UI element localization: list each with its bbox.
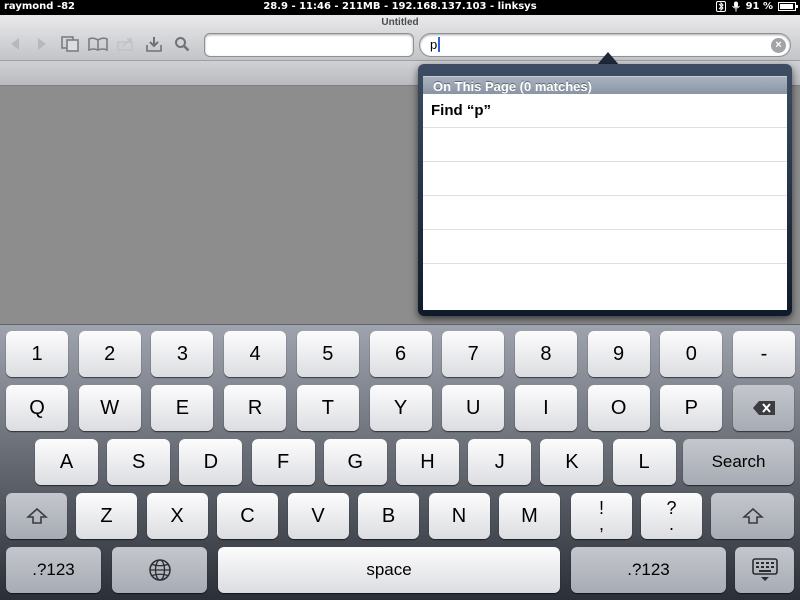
key-6[interactable]: 6 (369, 331, 432, 377)
key-C[interactable]: C (217, 493, 278, 539)
search-icon[interactable] (172, 35, 192, 53)
shift-icon (741, 507, 764, 524)
tabs-icon[interactable] (60, 35, 80, 53)
key-question-period[interactable]: ?. (641, 493, 702, 539)
key-0[interactable]: 0 (660, 331, 723, 377)
browser-toolbar: Untitled p × (0, 15, 800, 61)
delete-key[interactable] (733, 385, 794, 431)
shift-right-key[interactable] (711, 493, 794, 539)
key-9[interactable]: 9 (587, 331, 650, 377)
backspace-icon (752, 401, 775, 415)
status-right: 91 % (715, 1, 798, 12)
battery-fill (780, 4, 793, 9)
key-K[interactable]: K (540, 439, 604, 485)
list-item (423, 264, 787, 298)
find-popover: On This Page (0 matches) Find “p” (418, 64, 792, 316)
key-Y[interactable]: Y (369, 385, 432, 431)
key-T[interactable]: T (296, 385, 359, 431)
search-input-text: p (430, 37, 438, 52)
find-row[interactable]: Find “p” (423, 94, 787, 128)
key-O[interactable]: O (587, 385, 650, 431)
text-caret (438, 37, 441, 52)
download-icon[interactable] (144, 35, 164, 53)
battery-icon (778, 2, 798, 11)
key-B[interactable]: B (358, 493, 419, 539)
space-key[interactable]: space (218, 547, 560, 593)
shift-icon (25, 507, 48, 524)
key-L[interactable]: L (612, 439, 676, 485)
key-S[interactable]: S (107, 439, 171, 485)
search-key[interactable]: Search (683, 439, 794, 485)
key-V[interactable]: V (287, 493, 349, 539)
numbers-key-right[interactable]: .?123 (571, 547, 726, 593)
key-M[interactable]: M (499, 493, 560, 539)
clear-search-icon[interactable]: × (771, 38, 786, 53)
key-H[interactable]: H (396, 439, 459, 485)
key-8[interactable]: 8 (514, 331, 577, 377)
key-comma-label: , (598, 514, 604, 534)
globe-icon (148, 559, 171, 581)
key-Q[interactable]: Q (6, 385, 68, 431)
mic-icon (731, 1, 741, 12)
key-F[interactable]: F (251, 439, 315, 485)
key-X[interactable]: X (146, 493, 208, 539)
popover-header: On This Page (0 matches) (423, 76, 787, 94)
key-Z[interactable]: Z (76, 493, 137, 539)
status-bar: raymond -82 28.9 - 11:46 - 211MB - 192.1… (0, 0, 800, 15)
keyboard-hide-icon (751, 558, 778, 581)
back-icon[interactable] (5, 35, 25, 53)
key-5[interactable]: 5 (296, 331, 359, 377)
globe-key[interactable] (112, 547, 207, 593)
key-P[interactable]: P (660, 385, 723, 431)
page-title: Untitled (381, 17, 419, 28)
key-N[interactable]: N (428, 493, 490, 539)
key-exclaim-comma[interactable]: !, (571, 493, 632, 539)
list-item (423, 128, 787, 162)
hide-keyboard-key[interactable] (735, 547, 794, 593)
bluetooth-icon (715, 1, 726, 12)
key-hyphen[interactable]: - (733, 331, 795, 377)
key-G[interactable]: G (323, 439, 387, 485)
key-2[interactable]: 2 (78, 331, 141, 377)
on-screen-keyboard: 1 2 3 4 5 6 7 8 9 0- Q W E R T Y U I O P A S D F G H J K L Search Z X C V… (0, 324, 800, 600)
key-A[interactable]: A (35, 439, 98, 485)
bookmarks-icon[interactable] (88, 35, 108, 53)
key-E[interactable]: E (151, 385, 214, 431)
key-4[interactable]: 4 (224, 331, 287, 377)
forward-icon[interactable] (32, 35, 52, 53)
key-J[interactable]: J (468, 439, 532, 485)
key-D[interactable]: D (179, 439, 243, 485)
results-list: Find “p” (423, 94, 787, 310)
key-I[interactable]: I (514, 385, 577, 431)
list-item (423, 230, 787, 264)
key-period-label: . (668, 514, 674, 534)
key-R[interactable]: R (224, 385, 287, 431)
key-1[interactable]: 1 (6, 331, 68, 377)
battery-percent: 91 % (745, 1, 773, 12)
address-field[interactable] (204, 33, 414, 57)
key-3[interactable]: 3 (151, 331, 214, 377)
key-W[interactable]: W (78, 385, 141, 431)
list-item (423, 196, 787, 230)
list-item (423, 162, 787, 196)
shift-left-key[interactable] (6, 493, 67, 539)
numbers-key-left[interactable]: .?123 (6, 547, 101, 593)
key-U[interactable]: U (442, 385, 505, 431)
share-icon[interactable] (116, 35, 136, 53)
status-info: 28.9 - 11:46 - 211MB - 192.168.137.103 -… (263, 1, 537, 12)
key-7[interactable]: 7 (442, 331, 505, 377)
